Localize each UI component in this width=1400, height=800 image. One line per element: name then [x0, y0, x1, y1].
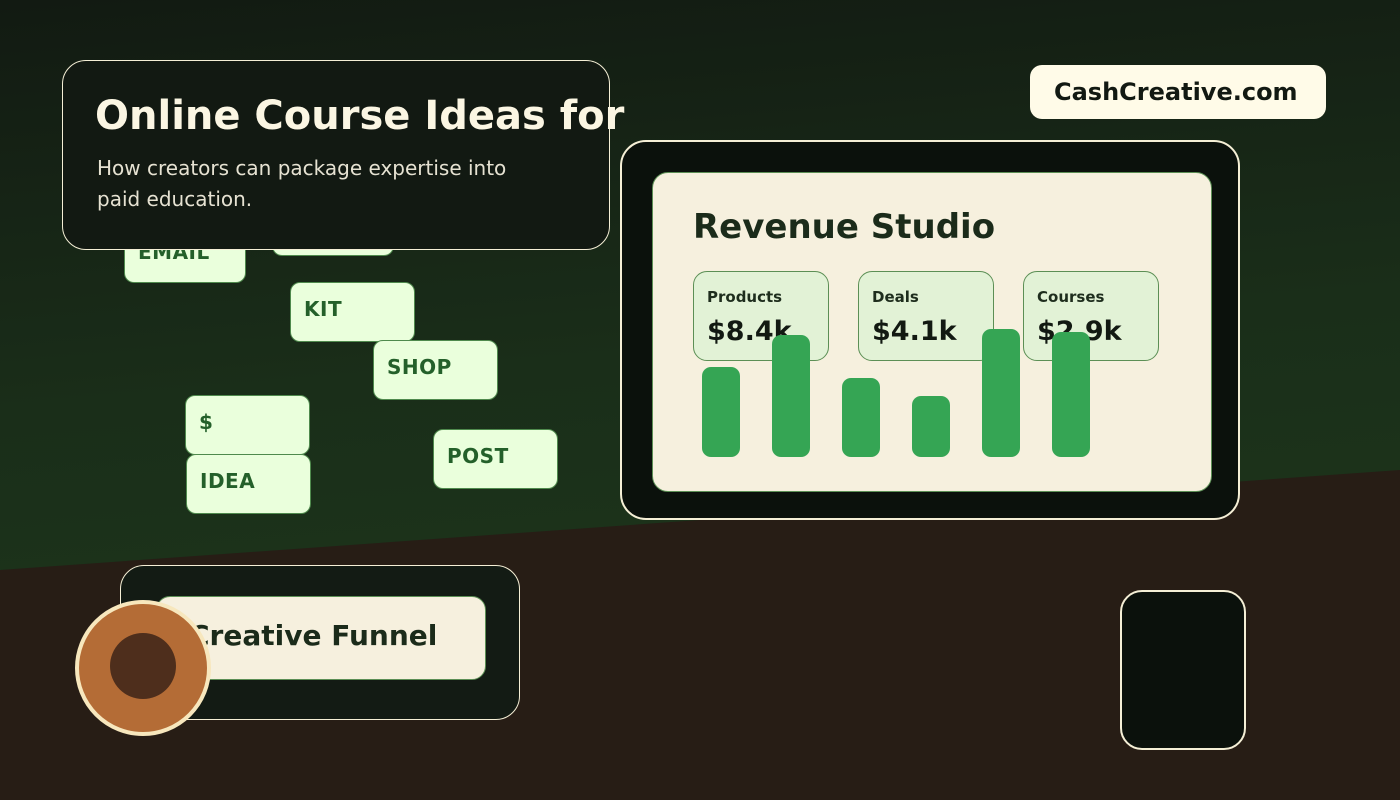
revenue-bar-4 — [912, 396, 950, 457]
tag-post: POST — [433, 429, 558, 489]
phone-device — [1120, 590, 1246, 750]
tag-dollar: $ — [185, 395, 310, 455]
revenue-bar-3 — [842, 378, 880, 457]
revenue-bar-2 — [772, 335, 810, 457]
revenue-bar-5 — [982, 329, 1020, 457]
revenue-bar-1 — [702, 367, 740, 457]
title-card: Online Course Ideas for How creators can… — [62, 60, 624, 250]
brand-badge[interactable]: CashCreative.com — [1030, 65, 1326, 119]
revenue-screen: Revenue Studio Products $8.4k Deals $4.1… — [652, 172, 1212, 492]
tag-shop: SHOP — [373, 340, 498, 400]
tag-idea: IDEA — [186, 454, 311, 514]
donut-icon — [75, 600, 211, 736]
revenue-monitor: Revenue Studio Products $8.4k Deals $4.1… — [620, 140, 1240, 520]
revenue-bars — [702, 329, 1090, 457]
funnel-label: Creative Funnel — [189, 619, 438, 652]
scene: EMAIL KIT SHOP $ IDEA POST Online Course… — [0, 0, 1400, 800]
revenue-bar-6 — [1052, 332, 1090, 457]
page-title: Online Course Ideas for — [95, 93, 625, 139]
page-subtitle: How creators can package expertise into … — [97, 156, 507, 211]
tag-kit: KIT — [290, 282, 415, 342]
donut-hole — [110, 633, 176, 699]
